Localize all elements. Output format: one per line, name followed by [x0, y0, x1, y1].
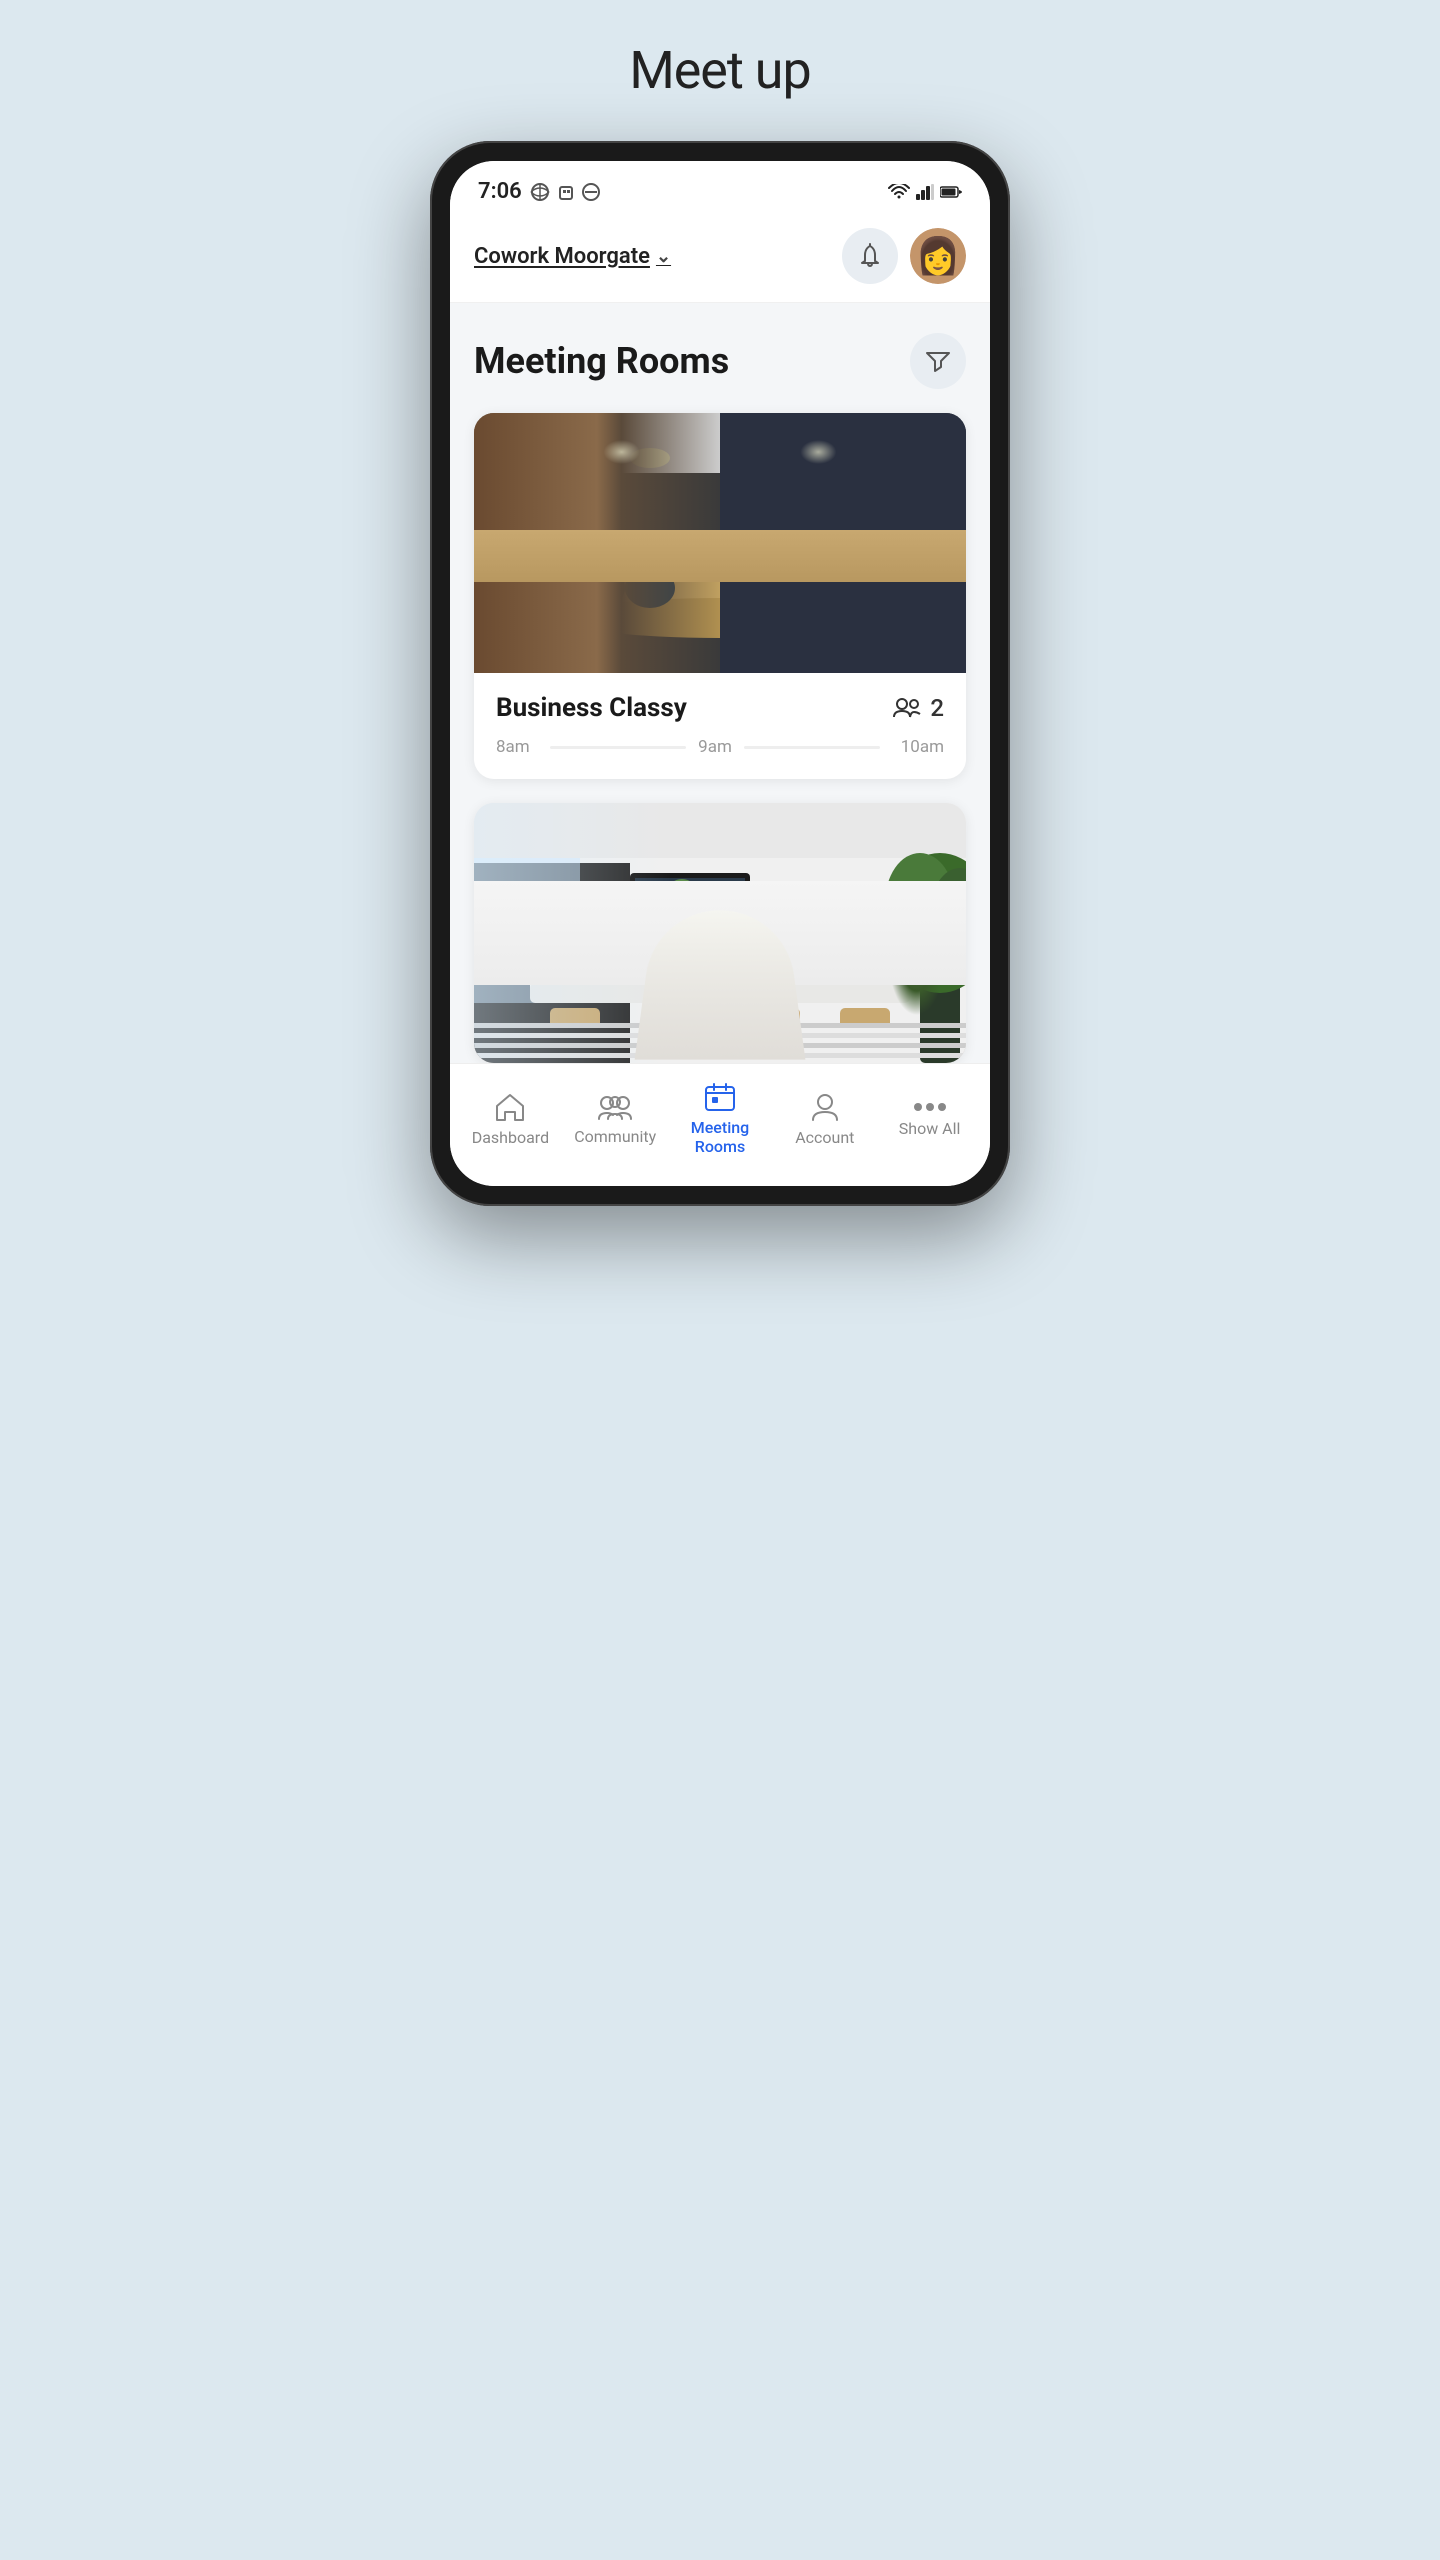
- status-bar: 7:06: [450, 161, 990, 214]
- phone-screen: 7:06: [450, 161, 990, 1186]
- nav-item-dashboard[interactable]: Dashboard: [458, 1092, 563, 1147]
- sim-icon: [558, 183, 574, 201]
- phone-device: 7:06: [430, 141, 1010, 1206]
- nav-label-community: Community: [574, 1127, 656, 1146]
- nav-item-account[interactable]: Account: [772, 1092, 877, 1147]
- nav-label-account: Account: [795, 1128, 854, 1147]
- nav-label-dashboard: Dashboard: [472, 1128, 549, 1147]
- timeline-bar-1b: [744, 746, 880, 749]
- room-image-1: [474, 413, 966, 673]
- app-title: Meet up: [629, 40, 810, 101]
- account-icon: [811, 1092, 839, 1122]
- filter-icon: [925, 349, 951, 373]
- status-time: 7:06: [478, 179, 522, 204]
- workspace-selector[interactable]: Cowork Moorgate ⌄: [474, 244, 671, 269]
- data-icon: [530, 183, 550, 201]
- main-content: Meeting Rooms: [450, 303, 990, 1063]
- time-start-1: 8am: [496, 737, 546, 757]
- do-not-disturb-icon: [582, 183, 600, 201]
- nav-label-show-all: Show All: [899, 1119, 961, 1138]
- section-title: Meeting Rooms: [474, 340, 729, 382]
- bottom-nav: Dashboard Community: [450, 1063, 990, 1186]
- nav-icons: [842, 228, 966, 284]
- user-avatar-button[interactable]: [910, 228, 966, 284]
- community-icon: [597, 1093, 633, 1121]
- filter-button[interactable]: [910, 333, 966, 389]
- nav-item-show-all[interactable]: Show All: [877, 1101, 982, 1138]
- room-card-1[interactable]: Business Classy 2: [474, 413, 966, 779]
- section-header: Meeting Rooms: [474, 333, 966, 389]
- signal-icon: [916, 184, 934, 200]
- chevron-down-icon: ⌄: [656, 246, 671, 267]
- people-icon-1: [892, 697, 922, 719]
- workspace-name: Cowork Moorgate: [474, 244, 650, 269]
- room-capacity-1: 2: [892, 694, 944, 722]
- time-end-1: 10am: [884, 737, 944, 757]
- timeline-1: 8am 9am 10am: [496, 737, 944, 757]
- wifi-icon: [888, 184, 910, 200]
- nav-label-meeting-rooms: Meeting Rooms: [668, 1118, 773, 1156]
- nav-item-meeting-rooms[interactable]: Meeting Rooms: [668, 1082, 773, 1156]
- room-card-2[interactable]: [474, 803, 966, 1063]
- bell-icon: [857, 243, 883, 269]
- room-image-2: [474, 803, 966, 1063]
- room-info-1: Business Classy 2: [474, 673, 966, 779]
- room-name-1: Business Classy: [496, 693, 687, 723]
- notification-button[interactable]: [842, 228, 898, 284]
- time-mid-1: 9am: [690, 737, 740, 757]
- timeline-bar-1: [550, 746, 686, 749]
- top-nav: Cowork Moorgate ⌄: [450, 214, 990, 303]
- status-icons-left: [530, 183, 600, 201]
- status-icons-right: [888, 184, 962, 200]
- capacity-count-1: 2: [930, 694, 944, 722]
- nav-item-community[interactable]: Community: [563, 1093, 668, 1146]
- battery-icon: [940, 185, 962, 199]
- home-icon: [494, 1092, 526, 1122]
- more-icon: [912, 1101, 948, 1113]
- user-avatar: [910, 228, 966, 284]
- calendar-icon: [704, 1082, 736, 1112]
